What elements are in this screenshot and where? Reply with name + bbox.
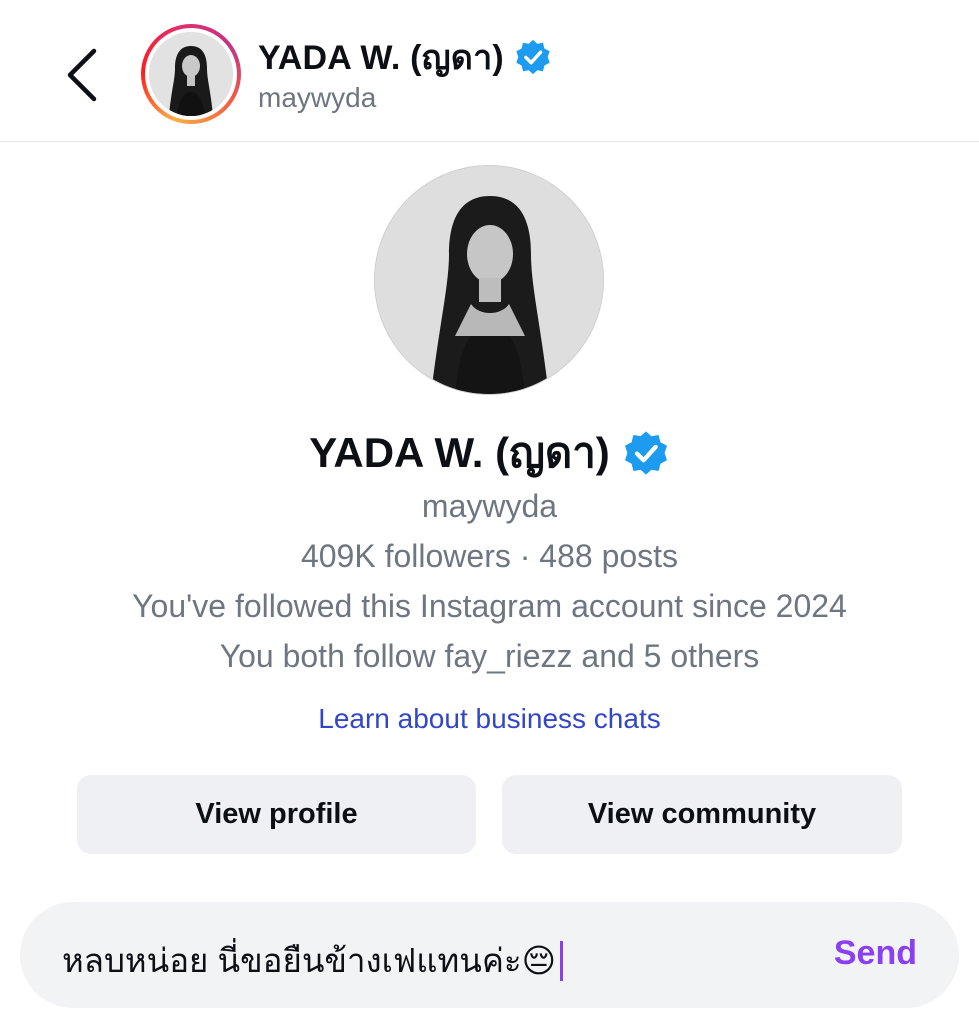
send-button[interactable]: Send bbox=[834, 934, 917, 973]
mutual-followers-text: You both follow fay_riezz and 5 others bbox=[219, 638, 760, 674]
profile-name-row: YADA W. (ญดา) bbox=[0, 420, 979, 486]
profile-photo[interactable] bbox=[374, 165, 604, 395]
view-profile-button[interactable]: View profile bbox=[77, 775, 476, 854]
view-community-button[interactable]: View community bbox=[502, 775, 902, 854]
header-username: maywyda bbox=[258, 82, 377, 113]
back-button[interactable] bbox=[52, 40, 112, 110]
chevron-left-icon bbox=[64, 47, 100, 103]
avatar-photo bbox=[149, 32, 233, 116]
profile-display-name: YADA W. (ญดา) bbox=[309, 429, 610, 476]
message-composer[interactable]: หลบหน่อย นี่ขอยืนข้างเฟแทนค่ะ😔 Send bbox=[20, 902, 959, 1008]
verified-badge-icon bbox=[622, 429, 670, 477]
header-display-name: YADA W. (ญดา) bbox=[258, 39, 504, 77]
header-title[interactable]: YADA W. (ญดา) bbox=[258, 30, 552, 84]
profile-stats: 409K followers · 488 posts bbox=[300, 538, 679, 574]
message-input-value: หลบหน่อย นี่ขอยืนข้างเฟแทนค่ะ😔 bbox=[62, 942, 557, 979]
header-avatar[interactable] bbox=[141, 24, 241, 124]
profile-username: maywyda bbox=[421, 488, 558, 524]
chat-header: YADA W. (ญดา) maywyda bbox=[0, 0, 979, 142]
message-input[interactable]: หลบหน่อย นี่ขอยืนข้างเฟแทนค่ะ😔 bbox=[62, 934, 564, 987]
business-chats-link[interactable]: Learn about business chats bbox=[0, 703, 979, 735]
text-caret bbox=[560, 940, 564, 981]
following-since-text: You've followed this Instagram account s… bbox=[132, 588, 847, 624]
verified-badge-icon bbox=[514, 38, 552, 76]
